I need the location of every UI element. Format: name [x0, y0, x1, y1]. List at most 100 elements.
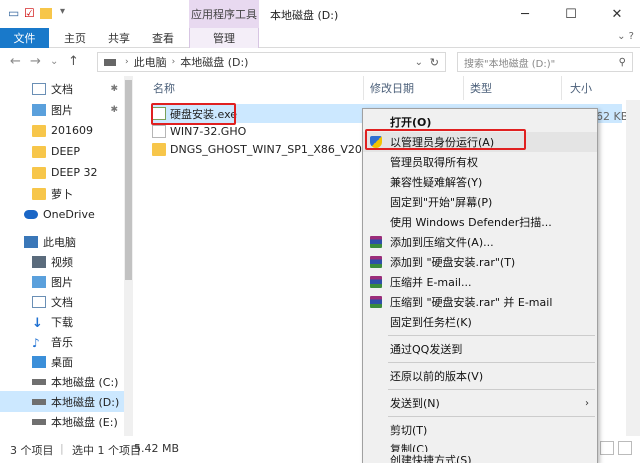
column-header-size[interactable]: 大小 — [570, 76, 592, 100]
tab-file[interactable]: 文件 — [0, 28, 49, 48]
new-folder-icon[interactable] — [40, 8, 52, 19]
column-header-type[interactable]: 类型 — [470, 76, 492, 100]
back-icon[interactable]: ← — [10, 54, 21, 69]
file-list-scrollbar[interactable] — [626, 100, 640, 436]
menu-separator — [388, 335, 595, 336]
doc-icon — [32, 295, 46, 308]
menu-item-add-to-rar[interactable]: 添加到 "硬盘安装.rar"(T) — [363, 252, 597, 272]
sidebar-item-documents-pinned[interactable]: 文档 ✱ — [0, 78, 124, 99]
minimize-button[interactable]: ─ — [502, 0, 548, 28]
menu-item-troubleshoot[interactable]: 兼容性疑难解答(Y) — [363, 172, 597, 192]
winrar-icon — [370, 256, 382, 268]
search-input[interactable]: 搜索"本地磁盘 (D:)" ⚲ — [457, 52, 633, 72]
breadcrumb-this-pc[interactable]: 此电脑 — [134, 54, 167, 70]
column-header-modified[interactable]: 修改日期 — [370, 76, 414, 100]
menu-item-cut[interactable]: 剪切(T) — [363, 420, 597, 440]
file-row-folder[interactable]: DNGS_GHOST_WIN7_SP1_X86_V2016... — [152, 140, 386, 159]
recent-dropdown-icon[interactable]: ⌄ — [50, 56, 58, 67]
menu-item-defender-scan[interactable]: 使用 Windows Defender扫描... — [363, 212, 597, 232]
pin-icon: ✱ — [110, 104, 118, 115]
menu-item-send-to[interactable]: 发送到(N) › — [363, 393, 597, 413]
menu-separator — [388, 389, 595, 390]
video-icon — [32, 255, 46, 268]
menu-item-send-qq[interactable]: 通过QQ发送到 — [363, 339, 597, 359]
navigation-bar: ← → ⌄ ↑ › 此电脑 › 本地磁盘 (D:) ⌄ ↻ 搜索"本地磁盘 (D… — [0, 48, 640, 76]
menu-item-pin-taskbar[interactable]: 固定到任务栏(K) — [363, 312, 597, 332]
sidebar-item-music[interactable]: ♪ 音乐 — [0, 331, 124, 352]
sidebar-scrollbar-thumb[interactable] — [125, 80, 132, 280]
menu-item-compress-rar-email[interactable]: 压缩到 "硬盘安装.rar" 并 E-mail — [363, 292, 597, 312]
breadcrumb-drive-d[interactable]: 本地磁盘 (D:) — [180, 54, 248, 70]
sidebar-item-drive-d[interactable]: 本地磁盘 (D:) — [0, 391, 124, 412]
sidebar-item-desktop[interactable]: 桌面 — [0, 351, 124, 372]
folder-icon — [32, 145, 46, 158]
sidebar-item-luobo[interactable]: 萝卜 — [0, 183, 124, 204]
close-button[interactable]: ✕ — [594, 0, 640, 28]
drive-icon — [32, 418, 46, 425]
menu-item-compress-email[interactable]: 压缩并 E-mail... — [363, 272, 597, 292]
ribbon: 文件 主页 共享 查看 管理 ⌄ ? — [0, 28, 640, 48]
up-icon[interactable]: ↑ — [68, 54, 79, 69]
address-dropdown-icon[interactable]: ⌄ — [415, 57, 423, 68]
forward-icon[interactable]: → — [30, 54, 41, 69]
download-icon: ↓ — [32, 315, 43, 331]
pictures-icon — [32, 275, 46, 288]
refresh-icon[interactable]: ↻ — [430, 56, 439, 69]
sidebar-item-videos[interactable]: 视频 — [0, 251, 124, 272]
context-menu: 打开(O) 以管理员身份运行(A) 管理员取得所有权 兼容性疑难解答(Y) 固定… — [362, 108, 598, 463]
gho-icon — [152, 125, 166, 138]
desktop-icon — [32, 355, 46, 368]
large-icons-view-icon[interactable] — [618, 441, 632, 455]
sidebar-item-201609[interactable]: 201609 — [0, 120, 124, 141]
sidebar-item-documents[interactable]: 文档 — [0, 291, 124, 312]
sidebar-item-pictures[interactable]: 图片 — [0, 271, 124, 292]
sidebar-item-drive-e[interactable]: 本地磁盘 (E:) — [0, 411, 124, 432]
file-size-partial: 62 KB — [596, 110, 629, 123]
sidebar-item-downloads[interactable]: ↓ 下载 — [0, 311, 124, 332]
properties-icon[interactable]: ☑ — [24, 6, 35, 20]
quick-access-dropdown-icon[interactable]: ▾ — [60, 6, 65, 17]
menu-item-add-archive[interactable]: 添加到压缩文件(A)... — [363, 232, 597, 252]
sidebar-item-onedrive[interactable]: OneDrive — [0, 204, 124, 225]
menu-item-restore-versions[interactable]: 还原以前的版本(V) — [363, 366, 597, 386]
folder-icon — [32, 166, 46, 179]
sidebar-item-deep-32[interactable]: DEEP 32 — [0, 162, 124, 183]
pictures-icon — [32, 103, 46, 116]
tab-manage[interactable]: 管理 — [189, 28, 259, 48]
music-icon: ♪ — [32, 335, 40, 350]
sidebar-item-this-pc[interactable]: 此电脑 — [0, 231, 124, 252]
submenu-arrow-icon: › — [585, 397, 589, 409]
sidebar-item-deep[interactable]: DEEP — [0, 141, 124, 162]
menu-separator — [388, 362, 595, 363]
tab-home[interactable]: 主页 — [58, 28, 92, 48]
column-header-name[interactable]: 名称 — [153, 76, 175, 100]
app-icon[interactable]: ▭ — [8, 6, 19, 20]
file-name: WIN7-32.GHO — [170, 125, 247, 138]
folder-icon — [152, 143, 166, 156]
menu-item-pin-start[interactable]: 固定到"开始"屏幕(P) — [363, 192, 597, 212]
highlight-box-file — [151, 103, 236, 125]
winrar-icon — [370, 296, 382, 308]
drive-icon — [104, 58, 116, 66]
chevron-down-icon[interactable]: ⌄ ? — [617, 31, 634, 42]
file-name: DNGS_GHOST_WIN7_SP1_X86_V2016... — [170, 143, 387, 156]
navigation-pane: 文档 ✱ 图片 ✱ 201609 DEEP DEEP 32 萝卜 OneDriv… — [0, 76, 124, 436]
tab-view[interactable]: 查看 — [146, 28, 180, 48]
menu-item-take-ownership[interactable]: 管理员取得所有权 — [363, 152, 597, 172]
address-bar[interactable]: › 此电脑 › 本地磁盘 (D:) ⌄ ↻ — [97, 52, 446, 72]
sidebar-item-pictures-pinned[interactable]: 图片 ✱ — [0, 99, 124, 120]
winrar-icon — [370, 236, 382, 248]
title-bar: ▭ ☑ ▾ 应用程序工具 本地磁盘 (D:) ─ ☐ ✕ — [0, 0, 640, 28]
drive-icon — [32, 398, 46, 405]
context-tab-label: 应用程序工具 — [189, 0, 259, 28]
maximize-button[interactable]: ☐ — [548, 0, 594, 28]
menu-item-create-shortcut[interactable]: 创建快捷方式(S) — [363, 452, 597, 463]
folder-icon — [32, 187, 46, 200]
tab-share[interactable]: 共享 — [102, 28, 136, 48]
folder-icon — [32, 124, 46, 137]
selection-count: 选中 1 个项目 — [72, 444, 141, 457]
search-placeholder: 搜索"本地磁盘 (D:)" — [464, 58, 556, 70]
cloud-icon — [24, 210, 38, 219]
sidebar-item-drive-c[interactable]: 本地磁盘 (C:) — [0, 371, 124, 392]
details-view-icon[interactable] — [600, 441, 614, 455]
